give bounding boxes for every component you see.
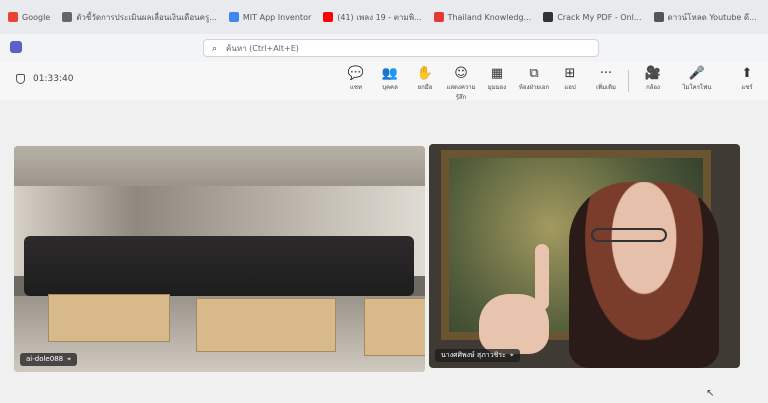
grid-icon: ▦	[490, 66, 504, 81]
pin-icon: ⌖	[67, 355, 72, 363]
reactions-button[interactable]: ☺ แสดงความรู้สึก	[442, 66, 480, 101]
site-icon	[433, 12, 444, 22]
teams-title-bar: ⌕ ค้นหา (Ctrl+Alt+E)	[0, 34, 768, 63]
people-button[interactable]: 👥 บุคคล	[371, 66, 409, 96]
toolbar-divider	[628, 70, 629, 92]
bookmark-crack-my-pdf[interactable]: Crack My PDF - Onl...	[543, 12, 642, 22]
participant-name-tag: ai-dole088 ⌖	[20, 353, 78, 366]
speaker-person	[569, 182, 719, 368]
apps-icon: ⊞	[564, 66, 576, 81]
view-button[interactable]: ▦ มุมมอง	[478, 66, 516, 96]
meeting-toolbar: 01:33:40 💬 แชท 👥 บุคคล ✋ ยกมือ ☺ แสดงความรู้…	[0, 62, 768, 101]
room-table	[196, 298, 336, 352]
mouse-cursor-icon: ↖	[706, 388, 715, 399]
bookmark-youtube-song[interactable]: (41) เพลง 19 - ตามพิ...	[323, 11, 422, 24]
speaker-glasses	[591, 228, 667, 242]
speaker-finger	[535, 244, 549, 310]
mic-button[interactable]: 🎤 ไมโครโฟน	[678, 66, 716, 96]
site-icon	[653, 12, 664, 22]
chat-icon: 💬	[347, 66, 365, 81]
site-icon	[62, 12, 73, 22]
camera-button[interactable]: 🎥 กล้อง	[634, 66, 672, 96]
bookmark-google[interactable]: Google	[8, 12, 50, 22]
chat-button[interactable]: 💬 แชท	[337, 66, 375, 96]
search-icon: ⌕	[212, 44, 218, 54]
site-icon	[543, 12, 554, 22]
teams-app-icon[interactable]	[10, 41, 22, 53]
room-table	[48, 294, 170, 342]
seated-audience	[24, 236, 414, 296]
pin-icon: ⌖	[509, 351, 514, 359]
bookmark-youtube-download[interactable]: ดาวน์โหลด Youtube ดี...	[653, 11, 757, 24]
more-icon: ···	[599, 66, 613, 81]
google-icon	[228, 12, 239, 22]
share-button[interactable]: ⬆ แชร์	[728, 66, 766, 96]
search-input[interactable]: ⌕ ค้นหา (Ctrl+Alt+E)	[203, 39, 599, 57]
meeting-timer: 01:33:40	[16, 74, 73, 84]
more-button[interactable]: ··· เพิ่มเติม	[587, 66, 625, 96]
youtube-icon	[323, 12, 334, 22]
bookmark-teacher-evaluation[interactable]: ตัวชี้วัดการประเมินผลเลื่อนเงินเดือนครู.…	[62, 11, 217, 24]
room-table	[364, 298, 425, 356]
mic-icon: 🎤	[688, 66, 706, 81]
video-tile-speaker[interactable]: นางศศิพงษ์ สุภาวชิระ ⌖	[429, 144, 740, 368]
participant-name-tag: นางศศิพงษ์ สุภาวชิระ ⌖	[435, 349, 520, 362]
camera-icon: 🎥	[644, 66, 662, 81]
smile-icon: ☺	[454, 66, 468, 81]
shield-icon	[16, 74, 25, 84]
hand-icon: ✋	[416, 66, 434, 81]
video-tile-room[interactable]: ai-dole088 ⌖	[14, 146, 425, 372]
bookmark-thailand-knowledge[interactable]: Thailand Knowledg...	[433, 12, 531, 22]
rooms-icon: ⧉	[529, 66, 539, 81]
bookmark-mit-app-inventor[interactable]: MIT App Inventor	[228, 12, 311, 22]
raise-hand-button[interactable]: ✋ ยกมือ	[406, 66, 444, 96]
bookmarks-bar: Google ตัวชี้วัดการประเมินผลเลื่อนเงินเด…	[0, 0, 768, 34]
people-icon: 👥	[381, 66, 399, 81]
apps-button[interactable]: ⊞ แอป	[551, 66, 589, 96]
share-icon: ⬆	[741, 66, 753, 81]
google-icon	[8, 12, 18, 22]
rooms-button[interactable]: ⧉ ห้องฝ่ายเอก	[515, 66, 553, 96]
